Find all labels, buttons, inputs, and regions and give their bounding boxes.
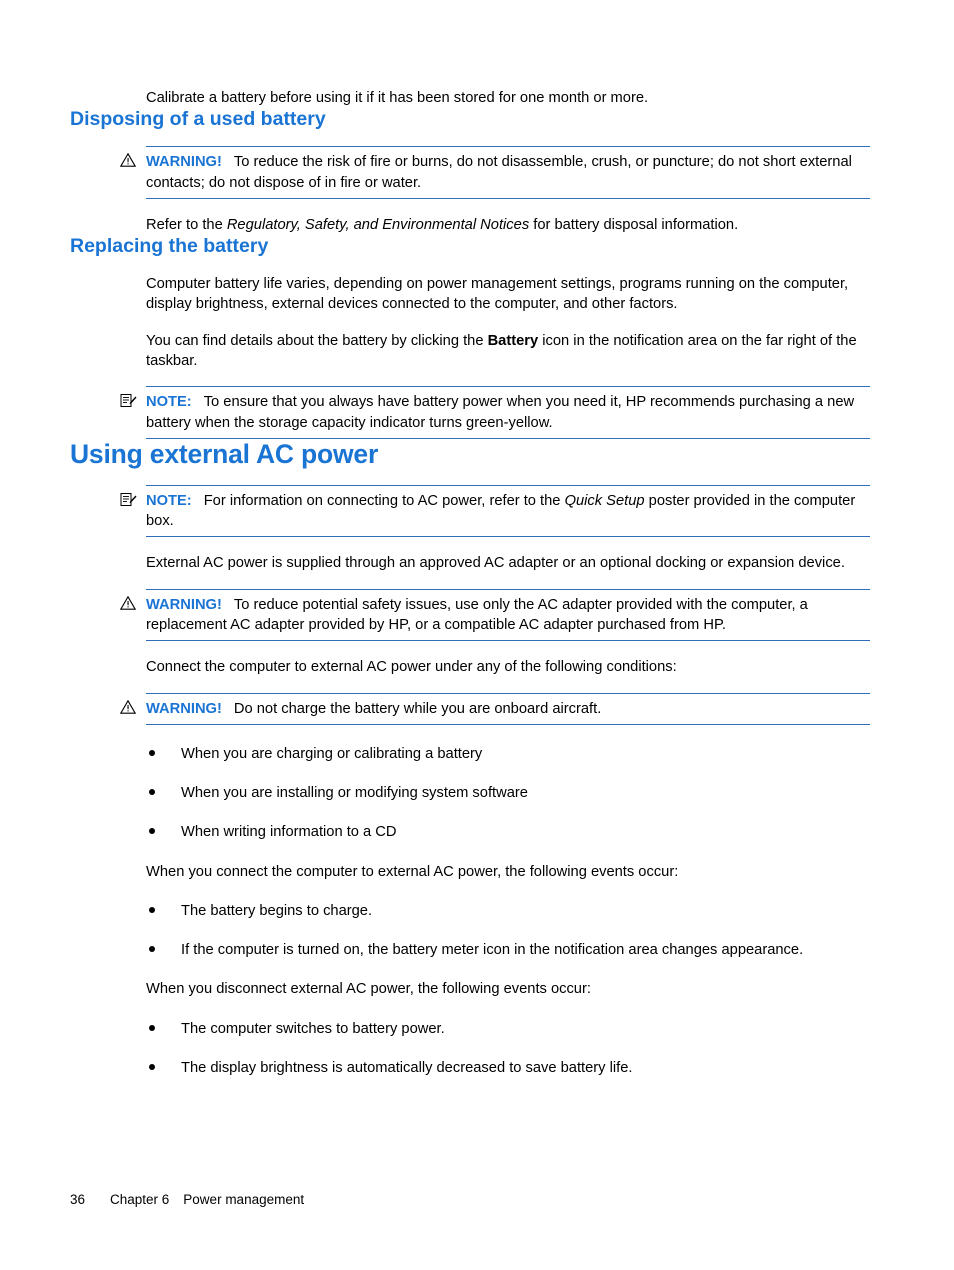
- note-label: NOTE:: [146, 394, 192, 411]
- list-item: The computer switches to battery power.: [146, 1019, 870, 1039]
- list-item: When you are charging or calibrating a b…: [146, 744, 870, 764]
- warning-block-aircraft: WARNING! Do not charge the battery while …: [119, 692, 870, 725]
- intro-paragraph: Calibrate a battery before using it if i…: [146, 90, 649, 106]
- warning-text: To reduce the risk of fire or burns, do …: [146, 154, 852, 191]
- connect-intro-paragraph: When you connect the computer to externa…: [146, 863, 679, 880]
- note-text-italic: Quick Setup: [564, 492, 645, 509]
- bullet-dot-icon: [149, 828, 155, 835]
- list-item-label: When you are charging or calibrating a b…: [181, 745, 483, 762]
- section-heading-replacing: Replacing the battery: [70, 235, 269, 258]
- warning-block-disposing: WARNING! To reduce the risk of fire or bu…: [119, 146, 870, 199]
- refer-italic-title: Regulatory, Safety, and Environmental No…: [226, 216, 530, 233]
- footer-page-number: 36: [70, 1192, 86, 1207]
- list-item: When you are installing or modifying sys…: [146, 783, 870, 803]
- note-block-ac-power: NOTE: For information on connecting to AC…: [120, 484, 870, 538]
- warning-triangle-icon: [118, 152, 138, 171]
- battery-bold-word: Battery: [487, 332, 539, 349]
- bullet-dot-icon: [149, 946, 155, 953]
- footer-chapter-label: Chapter 6: [110, 1192, 170, 1207]
- replacing-paragraph-2: You can find details about the battery b…: [146, 331, 870, 372]
- warning-block-ac-adapter: WARNING! To reduce potential safety issue…: [119, 588, 870, 642]
- ac-paragraph-2: Connect the computer to external AC powe…: [146, 659, 677, 676]
- ac-paragraph-1: External AC power is supplied through an…: [146, 555, 845, 572]
- bullet-dot-icon: [149, 749, 155, 756]
- page-content: Calibrate a battery before using it if i…: [70, 88, 870, 1078]
- list-item: The battery begins to charge.: [146, 901, 870, 921]
- warning-label: WARNING!: [146, 700, 222, 717]
- list-item-label: When writing information to a CD: [181, 824, 397, 841]
- disconnect-intro-paragraph: When you disconnect external AC power, t…: [146, 981, 591, 998]
- footer-chapter-title: Power management: [183, 1192, 305, 1207]
- warning-triangle-icon: [118, 595, 138, 614]
- warning-label: WARNING!: [146, 154, 222, 171]
- refer-suffix: for battery disposal information.: [529, 216, 739, 233]
- page-footer: 36 Chapter 6 Power management: [70, 1192, 304, 1207]
- refer-paragraph: Refer to the Regulatory, Safety, and Env…: [146, 215, 870, 235]
- note-pencil-icon: [118, 492, 138, 510]
- bullet-dot-icon: [149, 906, 155, 913]
- replacing-paragraph-1: Computer battery life varies, depending …: [146, 276, 849, 313]
- list-item-label: The computer switches to battery power.: [181, 1020, 445, 1037]
- connect-events-list: The battery begins to charge. If the com…: [146, 901, 870, 961]
- list-item: The display brightness is automatically …: [146, 1058, 870, 1078]
- list-item-label: If the computer is turned on, the batter…: [181, 942, 804, 959]
- bullet-dot-icon: [149, 1024, 155, 1031]
- battery-para-prefix: You can find details about the battery b…: [146, 332, 488, 349]
- page-title: Using external AC power: [70, 438, 379, 469]
- list-item-label: When you are installing or modifying sys…: [181, 785, 528, 802]
- list-item-label: The battery begins to charge.: [181, 902, 373, 919]
- note-text: To ensure that you always have battery p…: [146, 394, 855, 431]
- section-heading-disposing: Disposing of a used battery: [70, 108, 326, 131]
- list-item-label: The display brightness is automatically …: [181, 1060, 633, 1077]
- list-item: When writing information to a CD: [146, 822, 870, 842]
- document-page: Calibrate a battery before using it if i…: [0, 0, 954, 1270]
- note-label: NOTE:: [146, 492, 192, 509]
- warning-label: WARNING!: [146, 596, 222, 613]
- disconnect-events-list: The computer switches to battery power. …: [146, 1019, 870, 1079]
- warning-triangle-icon: [118, 699, 138, 718]
- list-item: If the computer is turned on, the batter…: [146, 940, 870, 960]
- refer-prefix: Refer to the: [146, 216, 227, 233]
- warning-text: To reduce potential safety issues, use o…: [146, 596, 808, 633]
- bullet-dot-icon: [149, 1064, 155, 1071]
- bullet-dot-icon: [149, 789, 155, 796]
- note-block-replacing: NOTE: To ensure that you always have batt…: [120, 386, 870, 439]
- note-pencil-icon: [118, 393, 138, 411]
- note-text-prefix: For information on connecting to AC powe…: [203, 492, 565, 509]
- conditions-list: When you are charging or calibrating a b…: [146, 744, 870, 843]
- warning-text: Do not charge the battery while you are …: [233, 700, 602, 717]
